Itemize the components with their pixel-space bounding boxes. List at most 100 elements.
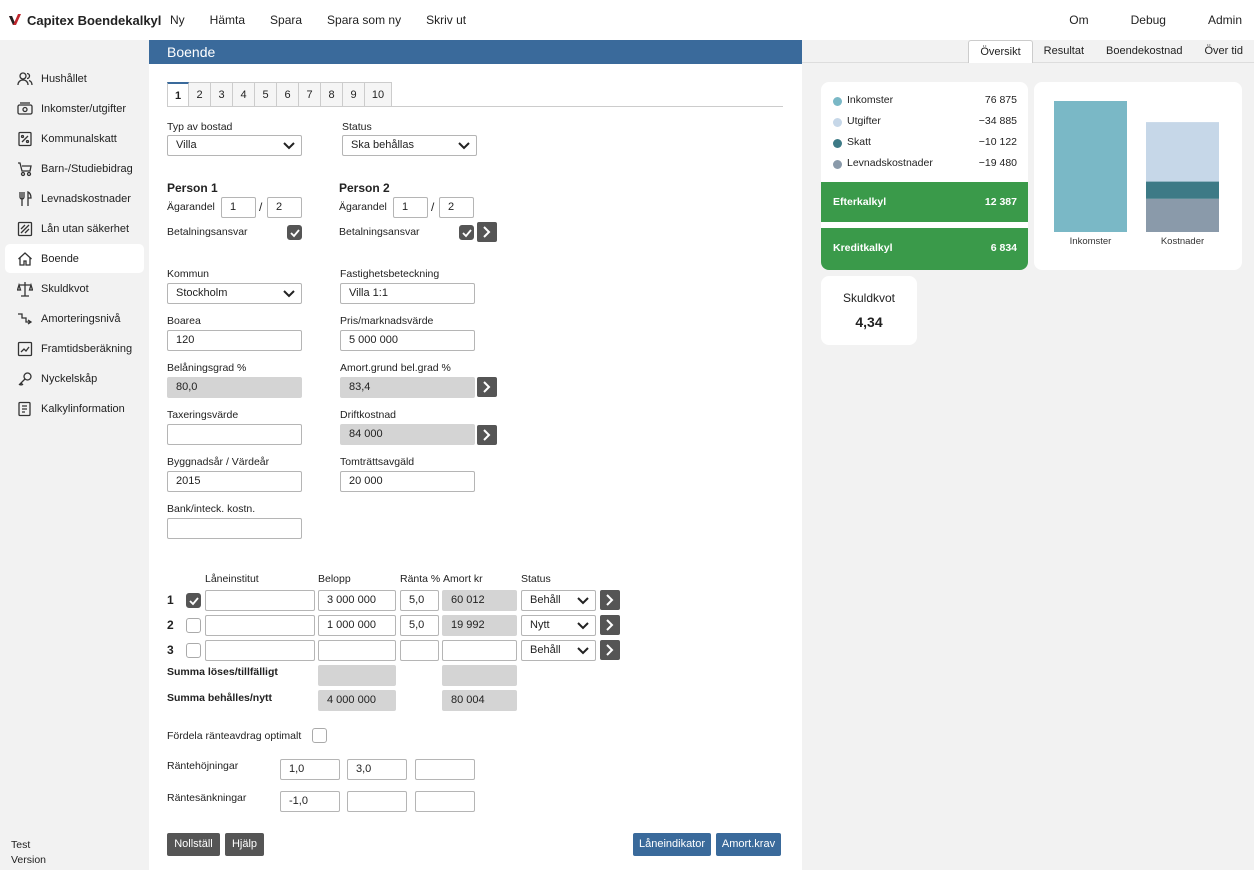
sidebar-item-barn[interactable]: Barn-/Studiebidrag <box>5 154 144 183</box>
sankning-2[interactable] <box>347 791 407 812</box>
hojning-2[interactable]: 3,0 <box>347 759 407 780</box>
loan-row-1-inst[interactable] <box>205 590 315 611</box>
tab-2[interactable]: 2 <box>189 82 211 107</box>
tab-oversikt[interactable]: Översikt <box>968 40 1033 63</box>
hjalp-button[interactable]: Hjälp <box>225 833 264 856</box>
tab-3[interactable]: 3 <box>211 82 233 107</box>
sidebar-item-lan-utan-sakerhet[interactable]: Lån utan säkerhet <box>5 214 144 243</box>
bar-levnadskostnader-kostnader <box>1146 198 1219 232</box>
hojning-3[interactable] <box>415 759 475 780</box>
loan-row-1-more-button[interactable] <box>600 590 620 610</box>
bygg-input[interactable]: 2015 <box>167 471 302 492</box>
sidebar-item-hushallet[interactable]: Hushållet <box>5 64 144 93</box>
p2-agarandel-den[interactable]: 2 <box>439 197 474 218</box>
loan-row-3-ranta[interactable] <box>400 640 439 661</box>
sidebar-item-framtidsberakning[interactable]: Framtidsberäkning <box>5 334 144 363</box>
tab-10[interactable]: 10 <box>365 82 392 107</box>
status-select[interactable]: Ska behållas <box>342 135 477 156</box>
loan-row-3-checkbox[interactable] <box>186 643 201 658</box>
sankning-3[interactable] <box>415 791 475 812</box>
menu-om[interactable]: Om <box>1069 13 1088 27</box>
loan-row-3-amort[interactable] <box>442 640 517 661</box>
tab-boendekostnad[interactable]: Boendekostnad <box>1095 40 1193 63</box>
tab-7[interactable]: 7 <box>299 82 321 107</box>
sidebar-item-kalkylinformation[interactable]: Kalkylinformation <box>5 394 144 423</box>
fastighet-input[interactable]: Villa 1:1 <box>340 283 475 304</box>
menu-skriv-ut[interactable]: Skriv ut <box>426 13 466 27</box>
drift-more-button[interactable] <box>477 425 497 445</box>
amortkrav-button[interactable]: Amort.krav <box>716 833 781 856</box>
loan-row-2-inst[interactable] <box>205 615 315 636</box>
summa-loses-amort <box>442 665 517 686</box>
drift-label: Driftkostnad <box>340 409 397 421</box>
tab-6[interactable]: 6 <box>277 82 299 107</box>
typ-select[interactable]: Villa <box>167 135 302 156</box>
p1-slash: / <box>259 200 263 214</box>
nollstall-button[interactable]: Nollställ <box>167 833 220 856</box>
tab-5[interactable]: 5 <box>255 82 277 107</box>
tab-1[interactable]: 1 <box>167 82 189 107</box>
sidebar-item-kommunalskatt[interactable]: Kommunalskatt <box>5 124 144 153</box>
p2-agarandel-num[interactable]: 1 <box>393 197 428 218</box>
tab-9[interactable]: 9 <box>343 82 365 107</box>
boarea-input[interactable]: 120 <box>167 330 302 351</box>
p1-betalningsansvar-checkbox[interactable] <box>287 225 302 240</box>
p1-agarandel-num[interactable]: 1 <box>221 197 256 218</box>
footer-version: Version <box>11 854 47 866</box>
sidebar-item-levnadskostnader[interactable]: Levnadskostnader <box>5 184 144 213</box>
menu-debug[interactable]: Debug <box>1131 13 1166 27</box>
menu-spara-som-ny[interactable]: Spara som ny <box>327 13 401 27</box>
menu-hamta[interactable]: Hämta <box>210 13 245 27</box>
amort-grund-field: 83,4 <box>340 377 475 398</box>
bank-input[interactable] <box>167 518 302 539</box>
taxering-input[interactable] <box>167 424 302 445</box>
loan-row-3-belopp[interactable] <box>318 640 396 661</box>
person-more-button[interactable] <box>477 222 497 242</box>
menu-ny[interactable]: Ny <box>170 13 185 27</box>
sidebar-item-boende[interactable]: Boende <box>5 244 144 273</box>
efterkalkyl-bar: Efterkalkyl 12 387 <box>821 182 1028 222</box>
kommun-select[interactable]: Stockholm <box>167 283 302 304</box>
loan-header-inst: Låneinstitut <box>205 573 259 585</box>
laneindikator-button[interactable]: Låneindikator <box>633 833 711 856</box>
tomt-input[interactable]: 20 000 <box>340 471 475 492</box>
loan-row-1-ranta[interactable]: 5,0 <box>400 590 439 611</box>
bar-inkomster-inkomster <box>1054 101 1127 232</box>
sidebar-item-amorteringsniva[interactable]: Amorteringsnivå <box>5 304 144 333</box>
tab-4[interactable]: 4 <box>233 82 255 107</box>
hojning-1[interactable]: 1,0 <box>280 759 340 780</box>
p2-betalningsansvar-checkbox[interactable] <box>459 225 474 240</box>
tab-8[interactable]: 8 <box>321 82 343 107</box>
menu-spara[interactable]: Spara <box>270 13 302 27</box>
fordela-checkbox[interactable] <box>312 728 327 743</box>
loan-row-1-belopp[interactable]: 3 000 000 <box>318 590 396 611</box>
chevron-right-icon <box>606 619 614 631</box>
sankning-1[interactable]: -1,0 <box>280 791 340 812</box>
menu-admin[interactable]: Admin <box>1208 13 1242 27</box>
loan-row-1-checkbox[interactable] <box>186 593 201 608</box>
loan-row-1-status[interactable]: Behåll <box>521 590 596 611</box>
loan-row-3-inst[interactable] <box>205 640 315 661</box>
loan-row-2-status[interactable]: Nytt <box>521 615 596 636</box>
person2-heading: Person 2 <box>339 181 390 195</box>
loan-row-2-amort: 19 992 <box>442 615 517 636</box>
sidebar-item-inkomster[interactable]: Inkomster/utgifter <box>5 94 144 123</box>
loan-row-2-more-button[interactable] <box>600 615 620 635</box>
loan-row-1-amort: 60 012 <box>442 590 517 611</box>
loan-row-2-ranta[interactable]: 5,0 <box>400 615 439 636</box>
tab-resultat[interactable]: Resultat <box>1033 40 1095 63</box>
loan-row-3-status[interactable]: Behåll <box>521 640 596 661</box>
amort-grund-more-button[interactable] <box>477 377 497 397</box>
summa-behalles-amort: 80 004 <box>442 690 517 711</box>
sidebar-item-skuldkvot[interactable]: Skuldkvot <box>5 274 144 303</box>
p2-betalningsansvar-label: Betalningsansvar <box>339 226 420 238</box>
loan-row-2-checkbox[interactable] <box>186 618 201 633</box>
tab-over-tid[interactable]: Över tid <box>1193 40 1254 63</box>
p1-agarandel-den[interactable]: 2 <box>267 197 302 218</box>
pris-input[interactable]: 5 000 000 <box>340 330 475 351</box>
sidebar-item-nyckelskap[interactable]: Nyckelskåp <box>5 364 144 393</box>
loan-row-3-more-button[interactable] <box>600 640 620 660</box>
brand[interactable]: Capitex Boendekalkyl <box>0 13 170 28</box>
loan-row-2-belopp[interactable]: 1 000 000 <box>318 615 396 636</box>
chevron-down-icon <box>577 597 589 605</box>
